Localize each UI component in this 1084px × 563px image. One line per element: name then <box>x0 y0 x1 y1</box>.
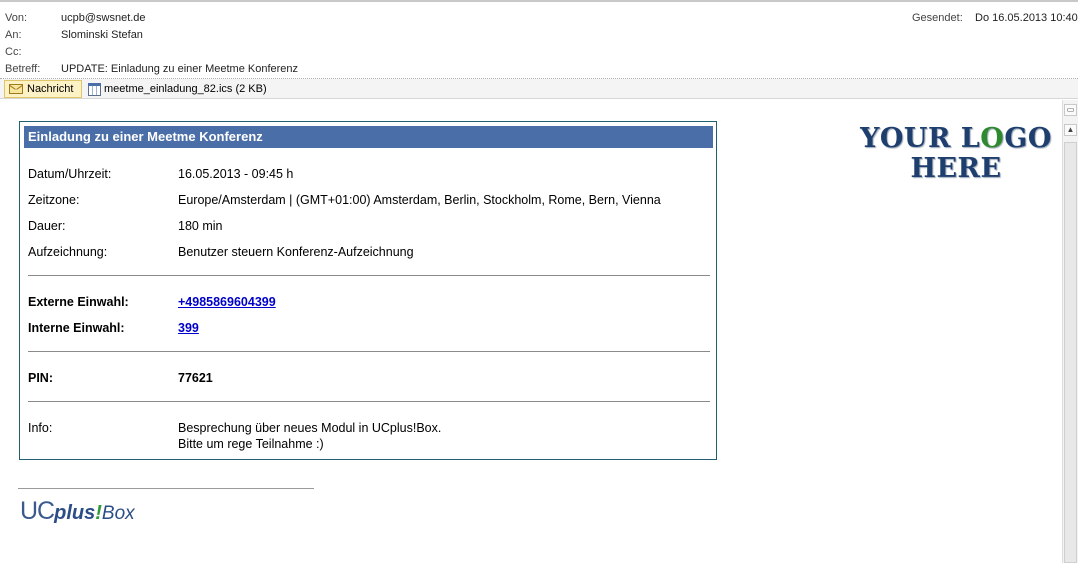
message-tab-label: Nachricht <box>27 83 74 95</box>
info-line-1: Besprechung über neues Modul in UCplus!B… <box>178 421 442 435</box>
divider <box>28 401 710 402</box>
sent-value: Do 16.05.2013 10:40 <box>975 12 1078 24</box>
duration-value: 180 min <box>178 219 223 233</box>
recording-value: Benutzer steuern Konferenz-Aufzeichnung <box>178 245 414 259</box>
attachment-label: meetme_einladung_82.ics (2 KB) <box>104 83 267 95</box>
attachment-ics[interactable]: meetme_einladung_82.ics (2 KB) <box>86 80 267 98</box>
company-logo: YOUR LOGO HERE <box>853 124 1059 184</box>
vertical-scrollbar[interactable]: ▭ ▲ <box>1062 100 1078 563</box>
envelope-icon <box>9 84 23 94</box>
duration-label: Dauer: <box>28 219 66 233</box>
pin-label: PIN: <box>28 371 53 385</box>
pin-value: 77621 <box>178 371 213 385</box>
ucplusbox-logo: UCplus!Box <box>20 497 135 525</box>
subject-value: UPDATE: Einladung zu einer Meetme Konfer… <box>61 63 299 75</box>
datetime-value: 16.05.2013 - 09:45 h <box>178 167 294 181</box>
to-value[interactable]: Slominski Stefan <box>61 27 143 43</box>
to-label: An: <box>5 29 22 41</box>
calendar-icon <box>88 82 101 96</box>
external-dialin-link[interactable]: +4985869604399 <box>178 294 276 310</box>
internal-dialin-label: Interne Einwahl: <box>28 321 125 335</box>
sent-label: Gesendet: <box>912 12 963 24</box>
email-header: Von: ucpb@swsnet.de An: Slominski Stefan… <box>0 0 1084 78</box>
datetime-label: Datum/Uhrzeit: <box>28 167 112 181</box>
recording-label: Aufzeichnung: <box>28 245 108 259</box>
info-line-2: Bitte um rege Teilnahme :) <box>178 437 324 451</box>
from-value[interactable]: ucpb@swsnet.de <box>61 10 146 26</box>
timezone-label: Zeitzone: <box>28 193 80 207</box>
logo-line-1: YOUR LOGO <box>860 123 1052 154</box>
message-tab[interactable]: Nachricht <box>4 80 82 98</box>
signature-divider <box>18 488 314 489</box>
divider <box>28 275 710 276</box>
logo-line-2: HERE <box>910 153 1002 184</box>
scroll-corner-icon[interactable]: ▭ <box>1064 104 1077 116</box>
info-label: Info: <box>28 421 53 435</box>
attachment-bar: Nachricht meetme_einladung_82.ics (2 KB) <box>0 79 1084 99</box>
subject-label: Betreff: <box>5 63 41 75</box>
divider <box>28 351 710 352</box>
scroll-thumb[interactable] <box>1064 142 1077 563</box>
cc-label: Cc: <box>5 46 22 58</box>
scroll-up-icon[interactable]: ▲ <box>1064 124 1077 136</box>
timezone-value: Europe/Amsterdam | (GMT+01:00) Amsterdam… <box>178 193 661 207</box>
invite-title: Einladung zu einer Meetme Konferenz <box>24 126 713 148</box>
window-edge <box>1078 0 1084 563</box>
invite-card: Einladung zu einer Meetme Konferenz Datu… <box>19 121 717 460</box>
internal-dialin-link[interactable]: 399 <box>178 320 199 336</box>
external-dialin-label: Externe Einwahl: <box>28 295 129 309</box>
from-label: Von: <box>5 12 28 24</box>
